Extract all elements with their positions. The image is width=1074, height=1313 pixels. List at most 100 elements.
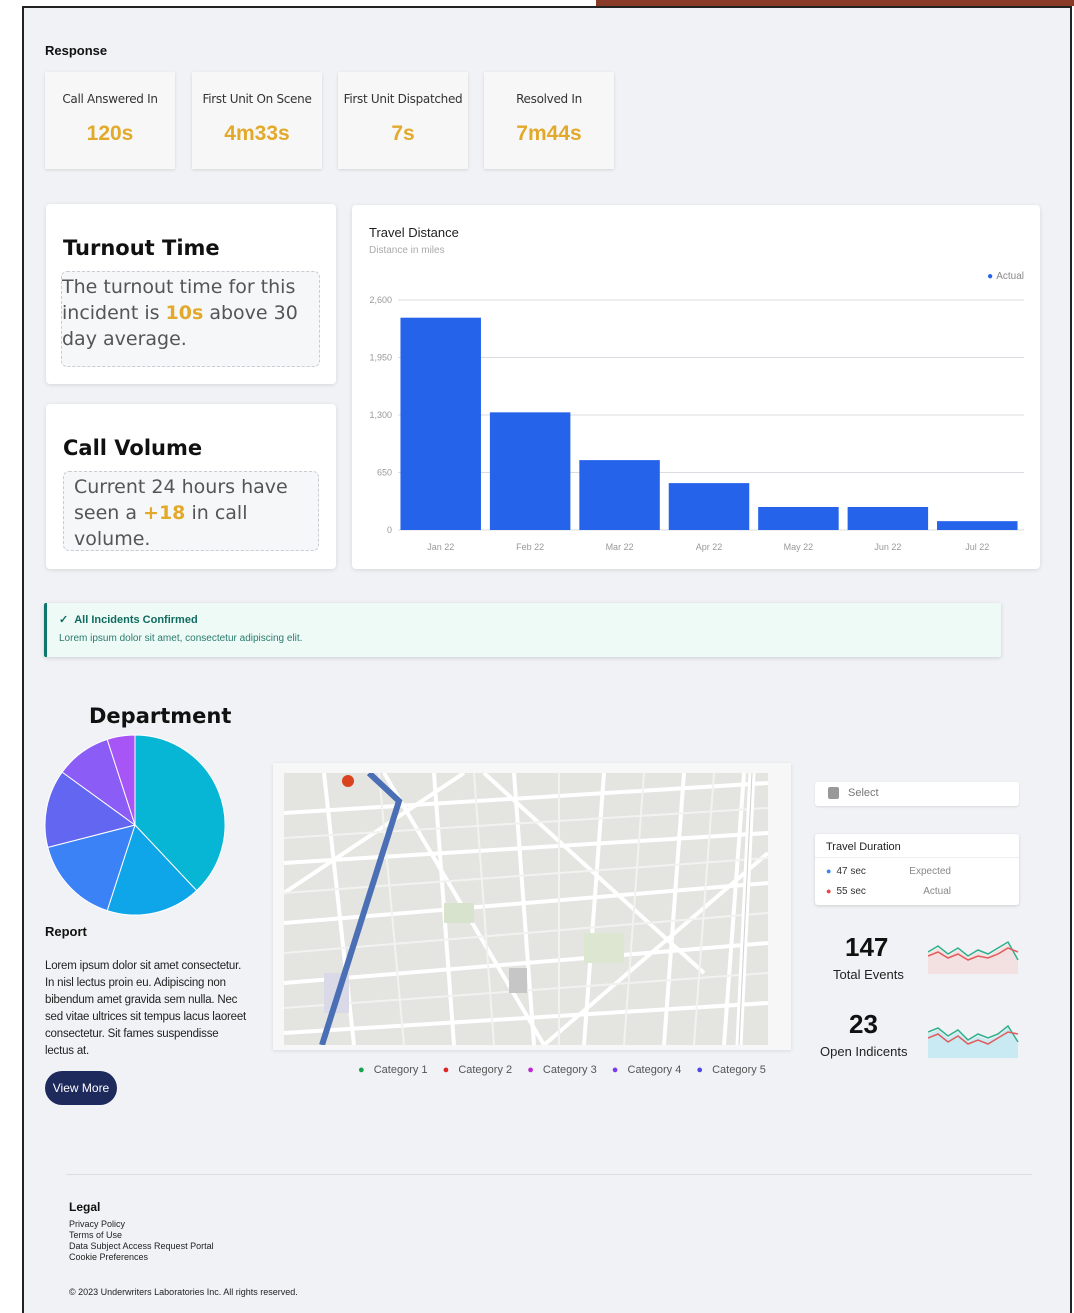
legend-dot-icon: ●	[358, 1064, 365, 1076]
bar	[937, 521, 1018, 530]
y-tick-label: 0	[387, 525, 392, 535]
legend-dot-icon: ●	[611, 1064, 619, 1076]
alert-title-row: ✓ All Incidents Confirmed	[59, 613, 198, 626]
stat-value: 7s	[391, 122, 415, 145]
incidents-confirmed-alert: ✓ All Incidents Confirmed Lorem ipsum dol…	[44, 603, 1001, 657]
travel-duration-title: Travel Duration	[826, 841, 901, 853]
select-dropdown[interactable]: Select	[815, 782, 1019, 806]
category-legend-item: ● Category 1	[358, 1064, 434, 1076]
category-label: Category 1	[373, 1064, 428, 1076]
y-tick-label: 2,600	[369, 295, 392, 305]
open-incidents-label: Open Indicents	[820, 1044, 908, 1059]
travel-distance-bar-chart: 0 650 1,300 1,950 2,600 Jan 22 Feb 22 Mar 22 Apr…	[369, 295, 1024, 552]
check-icon: ✓	[59, 614, 69, 626]
call-volume-highlight: +18	[143, 502, 186, 524]
open-incidents-sparkline	[928, 1024, 1019, 1058]
page-frame	[22, 6, 1072, 1313]
blue-dot-icon: ●	[826, 866, 832, 876]
duration-value: 47 sec	[836, 866, 866, 877]
x-tick-label: Jun 22	[874, 542, 901, 552]
category-label: Category 2	[458, 1064, 513, 1076]
travel-distance-card: Travel Distance Distance in miles ● Actua…	[352, 205, 1040, 569]
select-placeholder: Select	[848, 787, 879, 799]
call-volume-card: Call Volume Current 24 hours have seen a…	[46, 404, 336, 569]
stat-label: First Unit Dispatched	[343, 92, 463, 106]
city-map[interactable]	[284, 773, 768, 1045]
category-legend-item: ● Category 5	[696, 1064, 772, 1076]
legend-dot-icon: ●	[696, 1064, 704, 1076]
stat-card-resolved-in: Resolved In 7m44s	[484, 72, 614, 169]
divider	[815, 857, 1019, 858]
data-subject-access-link[interactable]: Data Subject Access Request Portal	[69, 1241, 214, 1252]
legal-title: Legal	[69, 1200, 101, 1214]
duration-row-actual: ● 55 sec	[826, 886, 866, 897]
total-events-sparkline	[928, 940, 1019, 974]
bar	[847, 507, 929, 530]
stat-label: Resolved In	[516, 92, 582, 106]
category-legend-item: ● Category 4	[612, 1064, 688, 1076]
x-tick-label: May 22	[784, 542, 814, 552]
report-text: Lorem ipsum dolor sit amet consectetur. …	[45, 960, 247, 1057]
stat-value: 120s	[86, 122, 134, 145]
category-legend-item: ● Category 2	[443, 1064, 519, 1076]
response-title: Response	[45, 43, 108, 58]
map-card	[273, 763, 791, 1050]
travel-duration-card: Travel Duration ● 47 sec Expected ● 55 sec…	[815, 834, 1019, 905]
legal-links: Privacy Policy Terms of Use Data Subject…	[69, 1219, 214, 1263]
open-incidents-value: 23	[849, 1009, 878, 1039]
terms-of-use-link[interactable]: Terms of Use	[69, 1230, 214, 1241]
bar	[400, 317, 481, 530]
stat-label: Call Answered In	[62, 92, 158, 106]
duration-row-expected: ● 47 sec	[826, 866, 866, 877]
footer-divider	[66, 1174, 1032, 1175]
duration-label: Expected	[909, 866, 951, 877]
y-tick-label: 650	[377, 468, 392, 478]
bar	[668, 483, 750, 530]
cookie-preferences-link[interactable]: Cookie Preferences	[69, 1252, 214, 1263]
category-label: Category 5	[712, 1064, 766, 1076]
category-label: Category 4	[627, 1064, 682, 1076]
report-title: Report	[45, 924, 87, 939]
stat-label: First Unit On Scene	[202, 92, 312, 106]
legend-dot-icon: ●	[442, 1064, 450, 1076]
x-tick-label: Jan 22	[427, 542, 454, 552]
privacy-policy-link[interactable]: Privacy Policy	[69, 1219, 214, 1230]
bar	[579, 460, 660, 530]
total-events-label: Total Events	[833, 967, 904, 982]
alert-title: All Incidents Confirmed	[74, 614, 198, 626]
department-title: Department	[89, 704, 232, 728]
map-graphic	[284, 773, 768, 1045]
bar	[489, 412, 571, 530]
turnout-highlight: 10s	[165, 302, 204, 324]
category-label: Category 3	[542, 1064, 597, 1076]
x-tick-label: Feb 22	[516, 542, 544, 552]
call-volume-title: Call Volume	[63, 436, 203, 460]
stat-card-first-unit-on-scene: First Unit On Scene 4m33s	[192, 72, 322, 169]
stat-value: 4m33s	[224, 122, 290, 145]
x-tick-label: Apr 22	[696, 542, 723, 552]
duration-value: 55 sec	[836, 886, 866, 897]
category-legend-item: ● Category 3	[527, 1064, 603, 1076]
bar	[758, 507, 839, 530]
stat-value: 7m44s	[516, 122, 582, 145]
x-tick-label: Jul 22	[965, 542, 989, 552]
x-tick-label: Mar 22	[606, 542, 634, 552]
category-legend: ● Category 1 ● Category 2 ● Category 3 ●…	[358, 1064, 778, 1076]
alert-text: Lorem ipsum dolor sit amet, consectetur …	[59, 633, 303, 644]
stat-card-first-unit-dispatched: First Unit Dispatched 7s	[338, 72, 468, 169]
turnout-time-card: Turnout Time The turnout time for this i…	[46, 204, 336, 384]
legend-dot-icon: ●	[527, 1064, 534, 1076]
calendar-icon	[828, 787, 839, 799]
y-tick-label: 1,950	[369, 353, 392, 363]
call-volume-note: Current 24 hours have seen a +18 in call…	[63, 471, 319, 551]
red-dot-icon: ●	[826, 886, 832, 896]
turnout-time-note: The turnout time for this incident is 10…	[61, 271, 320, 367]
view-more-button[interactable]: View More	[45, 1071, 117, 1105]
total-events-value: 147	[845, 932, 889, 962]
y-tick-label: 1,300	[369, 410, 392, 420]
copyright: © 2023 Underwriters Laboratories Inc. Al…	[69, 1287, 298, 1297]
stat-card-call-answered: Call Answered In 120s	[45, 72, 175, 169]
department-pie-chart	[44, 734, 226, 916]
turnout-time-title: Turnout Time	[63, 236, 220, 260]
duration-label: Actual	[923, 886, 951, 897]
